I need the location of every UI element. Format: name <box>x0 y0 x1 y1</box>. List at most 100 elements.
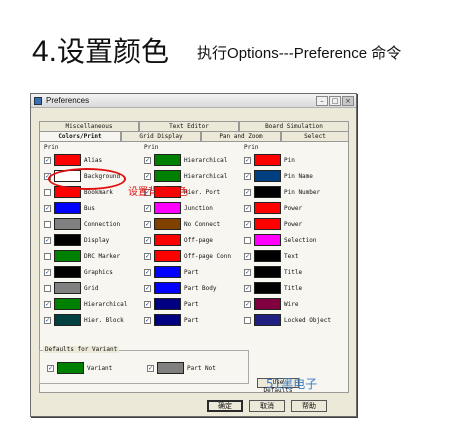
color-swatch[interactable] <box>254 186 281 198</box>
color-swatch[interactable] <box>154 250 181 262</box>
color-swatch[interactable] <box>54 154 81 166</box>
color-swatch[interactable] <box>254 170 281 182</box>
print-checkbox[interactable]: ✓ <box>44 300 51 308</box>
print-checkbox[interactable]: ✓ <box>244 268 251 276</box>
cancel-button[interactable]: 取消 <box>249 400 285 412</box>
print-checkbox[interactable]: ✓ <box>144 268 151 276</box>
color-swatch[interactable] <box>54 234 81 246</box>
print-checkbox[interactable] <box>44 188 51 196</box>
print-checkbox[interactable]: ✓ <box>44 268 51 276</box>
print-checkbox[interactable]: ✓ <box>44 316 51 324</box>
maximize-icon[interactable]: □ <box>329 95 341 106</box>
color-swatch[interactable] <box>254 282 281 294</box>
dialog-titlebar[interactable]: Preferences – □ × <box>31 94 356 108</box>
tab-text-editor[interactable]: Text Editor <box>139 121 239 131</box>
tab-pan-and-zoom[interactable]: Pan and Zoom <box>201 131 281 141</box>
color-swatch[interactable] <box>254 314 281 326</box>
color-swatch[interactable] <box>154 202 181 214</box>
print-checkbox[interactable]: ✓ <box>244 172 251 180</box>
dialog-title: Preferences <box>46 96 90 105</box>
tab-board-simulation[interactable]: Board Simulation <box>239 121 349 131</box>
ok-button[interactable]: 确定 <box>207 400 243 412</box>
print-checkbox[interactable]: ✓ <box>244 204 251 212</box>
print-checkbox[interactable] <box>44 284 51 292</box>
color-swatch[interactable] <box>154 314 181 326</box>
color-swatch[interactable] <box>154 298 181 310</box>
color-row: ✓ Bus <box>44 200 127 216</box>
color-swatch[interactable] <box>254 154 281 166</box>
print-checkbox[interactable]: ✓ <box>244 188 251 196</box>
print-checkbox[interactable]: ✓ <box>144 236 151 244</box>
print-checkbox[interactable]: ✓ <box>244 220 251 228</box>
print-checkbox[interactable]: ✓ <box>144 284 151 292</box>
color-label: Hier. Port <box>184 188 221 196</box>
color-row: ✓ Title <box>244 264 331 280</box>
tab-select[interactable]: Select <box>281 131 349 141</box>
color-swatch[interactable] <box>154 234 181 246</box>
print-checkbox[interactable] <box>244 316 251 324</box>
color-swatch[interactable] <box>254 266 281 278</box>
color-swatch[interactable] <box>254 202 281 214</box>
print-checkbox[interactable]: ✓ <box>144 316 151 324</box>
color-swatch[interactable] <box>154 218 181 230</box>
color-swatch[interactable] <box>154 266 181 278</box>
color-label: Title <box>284 284 303 292</box>
color-label: Part Body <box>184 284 217 292</box>
variant-swatch[interactable] <box>157 362 184 374</box>
color-swatch[interactable] <box>154 170 181 182</box>
tabs-row-1: Miscellaneous Text Editor Board Simulati… <box>39 121 349 131</box>
color-row: ✓ Hierarchical <box>144 168 231 184</box>
print-checkbox[interactable]: ✓ <box>144 156 151 164</box>
color-swatch[interactable] <box>154 282 181 294</box>
color-swatch[interactable] <box>54 250 81 262</box>
print-checkbox[interactable]: ✓ <box>44 204 51 212</box>
color-swatch[interactable] <box>54 202 81 214</box>
print-checkbox[interactable]: ✓ <box>144 252 151 260</box>
color-swatch[interactable] <box>254 234 281 246</box>
variant-swatch[interactable] <box>57 362 84 374</box>
print-checkbox[interactable] <box>44 252 51 260</box>
color-swatch[interactable] <box>254 250 281 262</box>
app-icon <box>34 96 42 105</box>
print-checkbox[interactable]: ✓ <box>244 252 251 260</box>
print-checkbox[interactable]: ✓ <box>244 284 251 292</box>
print-checkbox[interactable]: ✓ <box>144 300 151 308</box>
color-swatch[interactable] <box>54 266 81 278</box>
color-swatch[interactable] <box>254 298 281 310</box>
tab-grid-display[interactable]: Grid Display <box>121 131 201 141</box>
color-row: ✓ Part Body <box>144 280 231 296</box>
color-swatch[interactable] <box>54 218 81 230</box>
color-label: Pin <box>284 156 295 164</box>
print-checkbox[interactable]: ✓ <box>44 156 51 164</box>
help-button[interactable]: 帮助 <box>291 400 327 412</box>
group-title: Defaults for Variant <box>43 346 120 353</box>
color-label: Text <box>284 252 299 260</box>
print-checkbox[interactable]: ✓ <box>144 220 151 228</box>
color-swatch[interactable] <box>254 218 281 230</box>
color-row: ✓ Hier. Block <box>44 312 127 328</box>
print-checkbox[interactable]: ✓ <box>144 204 151 212</box>
print-checkbox[interactable]: ✓ <box>244 300 251 308</box>
print-checkbox[interactable] <box>44 220 51 228</box>
print-checkbox[interactable]: ✓ <box>144 172 151 180</box>
print-checkbox[interactable]: ✓ <box>244 156 251 164</box>
variant-checkbox[interactable]: ✓ <box>47 364 54 372</box>
minimize-icon[interactable]: – <box>316 95 328 106</box>
color-row: ✓ Pin Number <box>244 184 331 200</box>
variant-checkbox[interactable]: ✓ <box>147 364 154 372</box>
color-label: Hier. Block <box>84 316 124 324</box>
color-row: ✓ Pin Name <box>244 168 331 184</box>
print-checkbox[interactable] <box>244 236 251 244</box>
close-icon[interactable]: × <box>342 95 354 106</box>
print-checkbox[interactable]: ✓ <box>44 236 51 244</box>
color-swatch[interactable] <box>54 314 81 326</box>
color-swatch[interactable] <box>154 154 181 166</box>
color-row: ✓ Part <box>144 296 231 312</box>
color-label: Hierarchical <box>84 300 128 308</box>
color-row: ✓ Hierarchical <box>44 296 127 312</box>
color-swatch[interactable] <box>54 282 81 294</box>
color-swatch[interactable] <box>54 298 81 310</box>
tab-miscellaneous[interactable]: Miscellaneous <box>39 121 139 131</box>
color-row: ✓ Part <box>144 264 231 280</box>
color-row: ✓ No Connect <box>144 216 231 232</box>
